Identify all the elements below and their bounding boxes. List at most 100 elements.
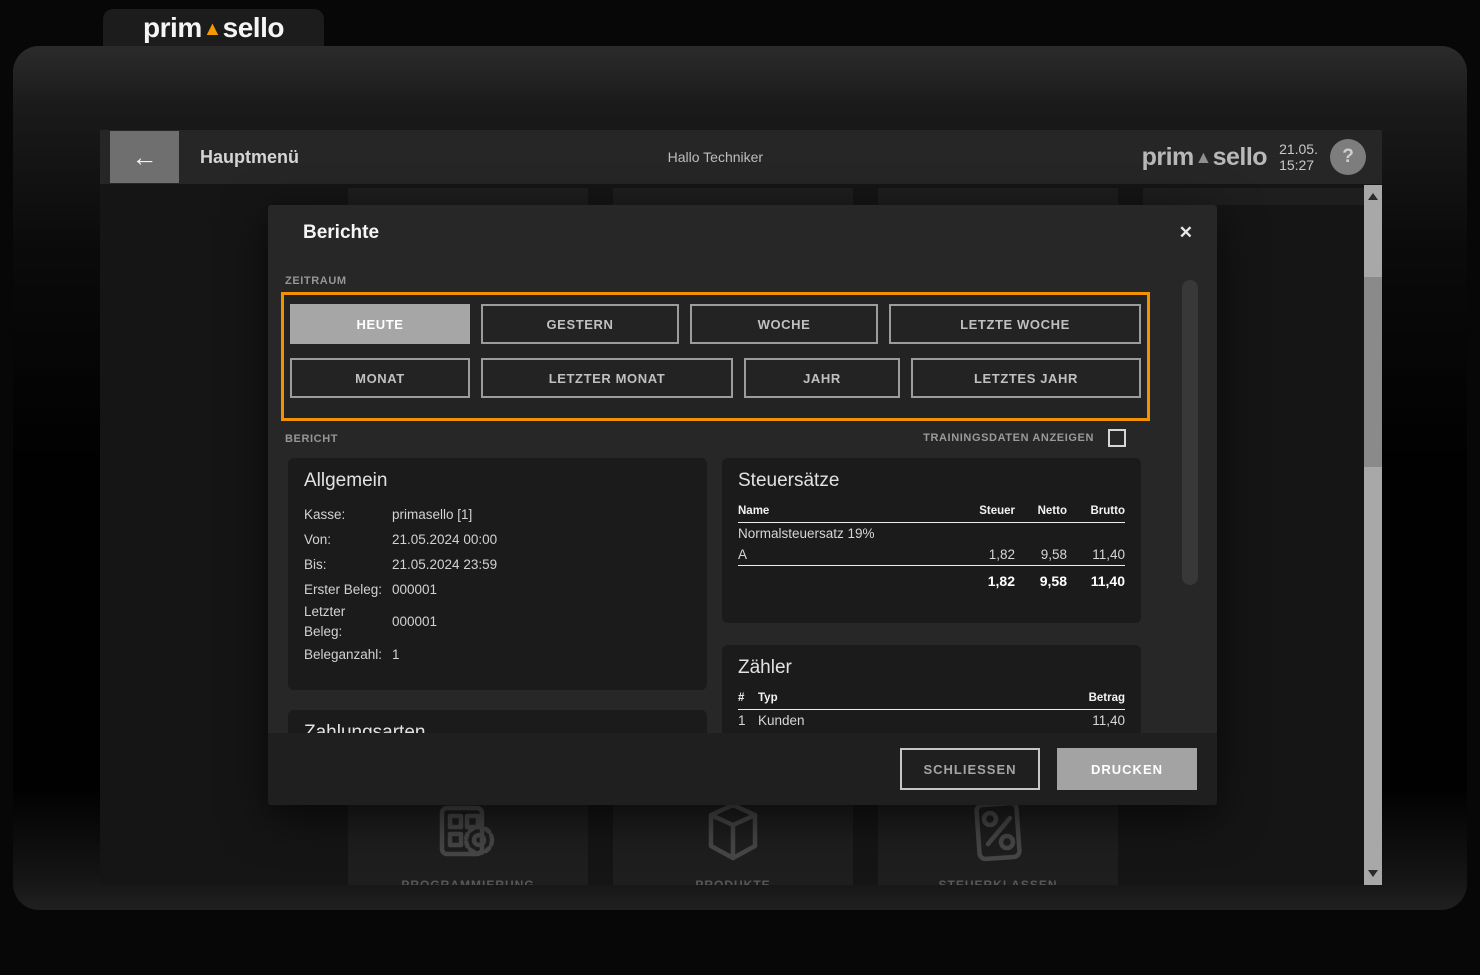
panel-title: Allgemein	[304, 470, 691, 492]
scroll-down-icon[interactable]	[1368, 870, 1378, 877]
table-row: A 1,82 9,58 11,40	[738, 544, 1125, 566]
scroll-up-icon[interactable]	[1368, 193, 1378, 200]
close-icon[interactable]: ✕	[1175, 219, 1197, 247]
total-steuer: 1,82	[953, 566, 1015, 593]
user-greeting: Hallo Techniker	[668, 130, 763, 184]
logo-triangle-icon: ▲	[1195, 147, 1212, 168]
info-row: Kasse:primasello [1]	[304, 502, 691, 527]
info-value: primasello [1]	[392, 505, 472, 525]
time-text: 15:27	[1279, 157, 1318, 173]
bericht-section-label: BERICHT	[285, 433, 338, 445]
allgemein-panel: Allgemein Kasse:primasello [1] Von:21.05…	[288, 458, 707, 690]
help-button[interactable]: ?	[1330, 139, 1366, 175]
zeitraum-button-letzte-woche[interactable]: LETZTE WOCHE	[889, 304, 1141, 344]
zeitraum-button-letzter-monat[interactable]: LETZTER MONAT	[481, 358, 733, 398]
screen: prim▲sello PROGRAMMIERUNG	[0, 0, 1480, 975]
info-label: Letzter Beleg:	[304, 602, 392, 642]
zaehler-table: # Typ Betrag 1 Kunden 11,40	[738, 689, 1125, 731]
date-text: 21.05.	[1279, 141, 1318, 157]
column-header: Name	[738, 502, 953, 523]
tax-netto: 9,58	[1015, 544, 1067, 566]
panel-title: Steuersätze	[738, 470, 1125, 492]
logo-text-pre: prim	[143, 12, 202, 43]
logo-text-pre: prim	[1142, 143, 1194, 171]
background-tile-top	[348, 188, 588, 205]
dialog-footer: SCHLIESSEN DRUCKEN	[268, 733, 1217, 805]
column-header: Brutto	[1067, 502, 1125, 523]
total-netto: 9,58	[1015, 566, 1067, 593]
zeitraum-button-monat[interactable]: MONAT	[290, 358, 470, 398]
counter-num: 1	[738, 710, 758, 732]
dialog-title: Berichte	[303, 222, 379, 244]
info-row: Erster Beleg:000001	[304, 577, 691, 602]
zeitraum-button-heute[interactable]: HEUTE	[290, 304, 470, 344]
info-label: Kasse:	[304, 505, 392, 525]
info-row: Bis:21.05.2024 23:59	[304, 552, 691, 577]
zeitraum-button-woche[interactable]: WOCHE	[690, 304, 878, 344]
zeitraum-section-label: ZEITRAUM	[285, 275, 347, 287]
column-header: Typ	[758, 689, 1067, 710]
info-row: Letzter Beleg:000001	[304, 602, 691, 642]
counter-typ: Kunden	[758, 710, 1067, 732]
tile-label: STEUERKLASSEN	[878, 878, 1118, 885]
table-row: Normalsteuersatz 19%	[738, 523, 1125, 545]
zeitraum-button-jahr[interactable]: JAHR	[744, 358, 900, 398]
tile-label: PROGRAMMIERUNG	[348, 878, 588, 885]
info-value: 1	[392, 645, 400, 665]
info-value: 000001	[392, 580, 437, 600]
column-header: #	[738, 689, 758, 710]
tax-brutto: 11,40	[1067, 544, 1125, 566]
module-gear-icon	[432, 796, 504, 868]
logo-text-post: sello	[1213, 143, 1267, 171]
column-header: Betrag	[1067, 689, 1125, 710]
back-button[interactable]: ←	[110, 131, 179, 183]
info-row: Von:21.05.2024 00:00	[304, 527, 691, 552]
info-label: Von:	[304, 530, 392, 550]
total-brutto: 11,40	[1067, 566, 1125, 593]
trainingsdaten-label: TRAININGSDATEN ANZEIGEN	[923, 432, 1094, 444]
steuersaetze-table: Name Steuer Netto Brutto Normalsteuersat…	[738, 502, 1125, 592]
background-tile-top	[613, 188, 853, 205]
zeitraum-button-letztes-jahr[interactable]: LETZTES JAHR	[911, 358, 1141, 398]
question-mark-icon: ?	[1342, 146, 1354, 168]
logo-triangle-icon: ▲	[203, 18, 222, 41]
info-label: Beleganzahl:	[304, 645, 392, 665]
package-icon	[697, 796, 769, 868]
back-arrow-icon: ←	[132, 142, 158, 173]
column-header: Netto	[1015, 502, 1067, 523]
tile-label: PRODUKTE	[613, 878, 853, 885]
zeitraum-row-2: MONAT LETZTER MONAT JAHR LETZTES JAHR	[290, 358, 1141, 398]
steuersaetze-panel: Steuersätze Name Steuer Netto Brutto Nor…	[722, 458, 1141, 623]
zeitraum-row-1: HEUTE GESTERN WOCHE LETZTE WOCHE	[290, 304, 1141, 344]
counter-betrag: 11,40	[1067, 710, 1125, 732]
drucken-button[interactable]: DRUCKEN	[1057, 748, 1197, 790]
tax-name: Normalsteuersatz 19%	[738, 523, 1125, 545]
zeitraum-button-group: HEUTE GESTERN WOCHE LETZTE WOCHE MONAT L…	[281, 292, 1150, 421]
panel-title: Zähler	[738, 657, 1125, 679]
tax-name: A	[738, 544, 953, 566]
info-value: 21.05.2024 23:59	[392, 555, 497, 575]
window-scrollbar[interactable]	[1364, 185, 1382, 885]
background-tile-top	[878, 188, 1118, 205]
schliessen-button[interactable]: SCHLIESSEN	[900, 748, 1040, 790]
info-value: 21.05.2024 00:00	[392, 530, 497, 550]
table-header-row: # Typ Betrag	[738, 689, 1125, 710]
header-right: prim▲sello 21.05. 15:27 ?	[1142, 130, 1366, 184]
window-scrollbar-thumb[interactable]	[1364, 277, 1382, 467]
trainingsdaten-checkbox[interactable]	[1108, 429, 1126, 447]
table-total-row: 1,82 9,58 11,40	[738, 566, 1125, 593]
page-title: Hauptmenü	[200, 130, 299, 184]
info-label: Erster Beleg:	[304, 580, 392, 600]
tax-steuer: 1,82	[953, 544, 1015, 566]
trainingsdaten-toggle-group: TRAININGSDATEN ANZEIGEN	[923, 429, 1126, 447]
table-row: 1 Kunden 11,40	[738, 710, 1125, 732]
header-logo: prim▲sello	[1142, 143, 1268, 172]
brand-tab: prim▲sello	[103, 9, 324, 47]
zeitraum-button-gestern[interactable]: GESTERN	[481, 304, 679, 344]
dialog-scrollbar-thumb[interactable]	[1182, 280, 1198, 585]
app-window: PROGRAMMIERUNG PRODUKTE STEUERKLASSEN ← …	[100, 130, 1382, 885]
datetime: 21.05. 15:27	[1279, 141, 1318, 173]
table-header-row: Name Steuer Netto Brutto	[738, 502, 1125, 523]
column-header: Steuer	[953, 502, 1015, 523]
app-header: ← Hauptmenü Hallo Techniker prim▲sello 2…	[100, 130, 1382, 184]
